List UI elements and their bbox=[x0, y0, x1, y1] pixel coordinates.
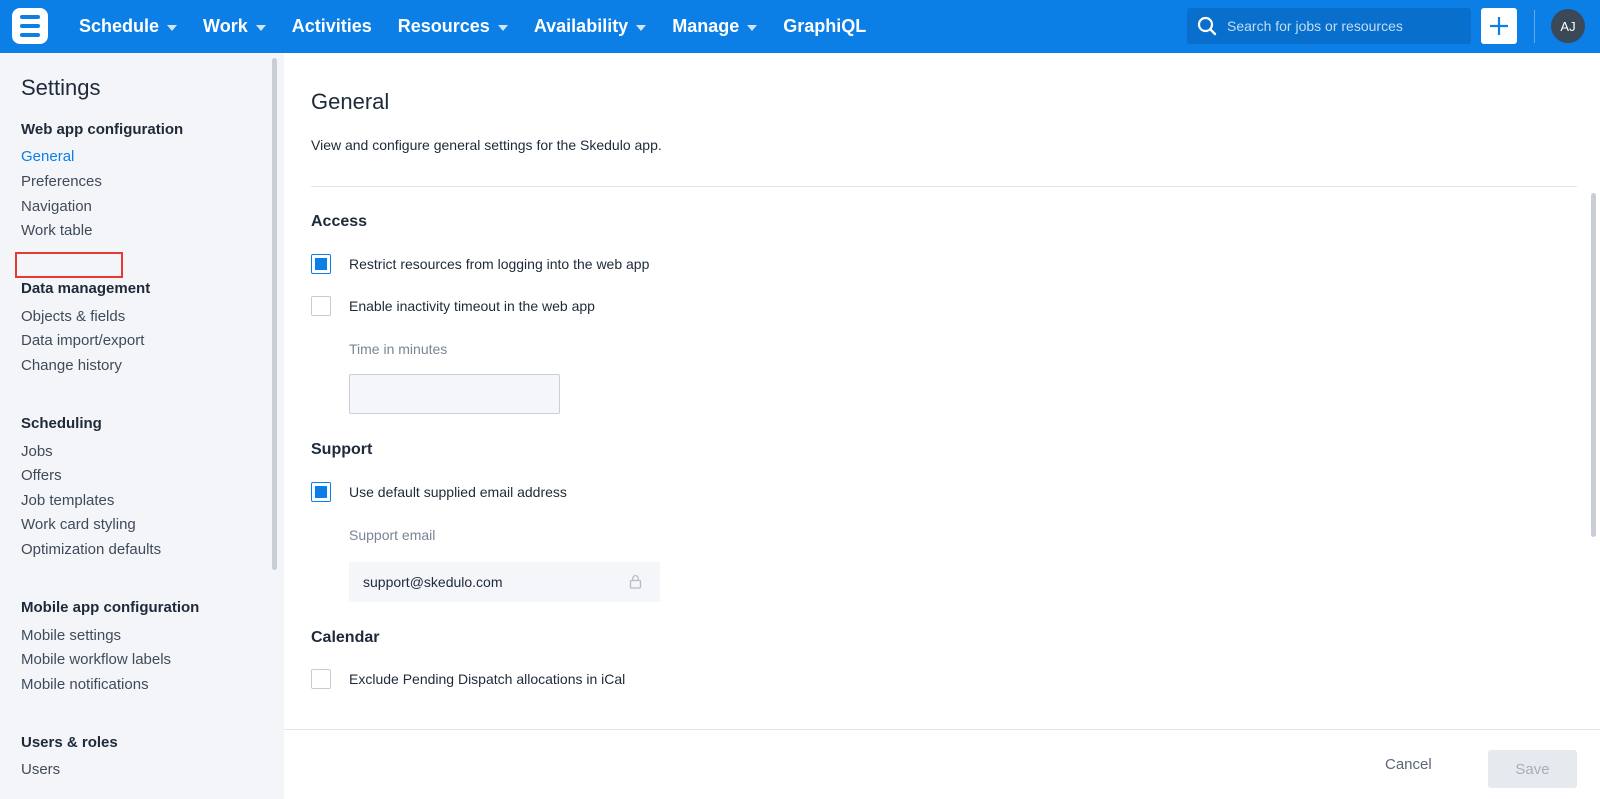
time-in-minutes-input[interactable] bbox=[349, 374, 560, 414]
form-footer: Cancel Save bbox=[284, 729, 1600, 799]
sidebar-item-navigation[interactable]: Navigation bbox=[21, 198, 92, 215]
chevron-down-icon bbox=[167, 24, 178, 31]
section-calendar-title: Calendar bbox=[311, 629, 380, 646]
nav-work[interactable]: Work bbox=[190, 0, 279, 53]
section-access-title: Access bbox=[311, 213, 368, 230]
toolbar-divider bbox=[1534, 10, 1535, 43]
sidebar-item-mobile-workflow-labels[interactable]: Mobile workflow labels bbox=[21, 651, 171, 668]
search-input[interactable] bbox=[1227, 18, 1457, 34]
nav-schedule[interactable]: Schedule bbox=[66, 0, 190, 53]
section-divider bbox=[311, 186, 1577, 187]
inactivity-timeout-checkbox[interactable] bbox=[311, 296, 331, 316]
exclude-pending-checkbox-row[interactable]: Exclude Pending Dispatch allocations in … bbox=[311, 669, 625, 689]
default-email-label: Use default supplied email address bbox=[349, 484, 567, 500]
chevron-down-icon bbox=[497, 24, 508, 31]
nav-work-label: Work bbox=[203, 16, 248, 36]
sidebar-item-change-history[interactable]: Change history bbox=[21, 357, 122, 374]
restrict-resources-checkbox-row[interactable]: Restrict resources from logging into the… bbox=[311, 254, 649, 274]
sidebar-group-data-management: Data management bbox=[21, 280, 151, 297]
nav-schedule-label: Schedule bbox=[79, 16, 160, 36]
section-support-title: Support bbox=[311, 441, 373, 458]
main-scrollbar[interactable] bbox=[1591, 193, 1596, 537]
cancel-button[interactable]: Cancel bbox=[1385, 756, 1432, 773]
chevron-down-icon bbox=[636, 24, 647, 31]
page-title: General bbox=[311, 89, 390, 114]
main-content: General View and configure general setti… bbox=[284, 53, 1600, 799]
exclude-pending-label: Exclude Pending Dispatch allocations in … bbox=[349, 671, 626, 687]
sidebar-item-preferences[interactable]: Preferences bbox=[21, 173, 102, 190]
sidebar-group-web-app: Web app configuration bbox=[21, 121, 184, 138]
nav-resources[interactable]: Resources bbox=[385, 0, 521, 53]
chevron-down-icon bbox=[747, 24, 758, 31]
navigation-highlight-box bbox=[15, 252, 123, 278]
nav-availability-label: Availability bbox=[533, 16, 629, 36]
sidebar-group-users-roles: Users & roles bbox=[21, 734, 118, 751]
settings-sidebar: Settings Web app configuration General P… bbox=[0, 53, 284, 799]
page-description: View and configure general settings for … bbox=[311, 137, 662, 153]
nav-graphiql[interactable]: GraphiQL bbox=[770, 0, 879, 53]
support-email-label: Support email bbox=[349, 527, 436, 543]
nav-manage-label: Manage bbox=[672, 16, 740, 36]
chevron-down-icon bbox=[255, 24, 266, 31]
sidebar-item-users[interactable]: Users bbox=[21, 761, 60, 778]
inactivity-timeout-label: Enable inactivity timeout in the web app bbox=[349, 298, 595, 314]
save-button[interactable]: Save bbox=[1488, 750, 1577, 788]
add-button[interactable] bbox=[1481, 8, 1517, 44]
avatar[interactable]: AJ bbox=[1551, 9, 1585, 43]
time-in-minutes-label: Time in minutes bbox=[349, 341, 448, 357]
sidebar-item-offers[interactable]: Offers bbox=[21, 467, 62, 484]
sidebar-group-mobile-app: Mobile app configuration bbox=[21, 599, 200, 616]
default-email-checkbox-row[interactable]: Use default supplied email address bbox=[311, 482, 567, 502]
top-navigation-bar: Schedule Work Activities Resources Avail… bbox=[0, 0, 1600, 53]
lock-icon bbox=[629, 575, 642, 589]
sidebar-item-optimization-defaults[interactable]: Optimization defaults bbox=[21, 541, 161, 558]
sidebar-group-scheduling: Scheduling bbox=[21, 415, 102, 432]
nav-graphiql-label: GraphiQL bbox=[783, 16, 867, 36]
default-email-checkbox[interactable] bbox=[311, 482, 331, 502]
nav-availability[interactable]: Availability bbox=[521, 0, 659, 53]
sidebar-title: Settings bbox=[21, 75, 101, 100]
support-email-value: support@skedulo.com bbox=[363, 574, 503, 590]
sidebar-item-mobile-settings[interactable]: Mobile settings bbox=[21, 627, 121, 644]
skedulo-logo-icon[interactable] bbox=[12, 8, 48, 44]
nav-activities-label: Activities bbox=[291, 16, 372, 36]
restrict-resources-label: Restrict resources from logging into the… bbox=[349, 256, 650, 272]
sidebar-item-general[interactable]: General bbox=[21, 148, 74, 165]
search-box bbox=[1187, 8, 1471, 44]
sidebar-item-work-table[interactable]: Work table bbox=[21, 222, 92, 239]
nav-manage[interactable]: Manage bbox=[659, 0, 770, 53]
nav-activities[interactable]: Activities bbox=[279, 0, 385, 53]
sidebar-item-job-templates[interactable]: Job templates bbox=[21, 492, 114, 509]
main-nav: Schedule Work Activities Resources Avail… bbox=[66, 0, 879, 53]
support-email-field: support@skedulo.com bbox=[349, 562, 660, 602]
restrict-resources-checkbox[interactable] bbox=[311, 254, 331, 274]
sidebar-scrollbar[interactable] bbox=[272, 58, 277, 570]
exclude-pending-checkbox[interactable] bbox=[311, 669, 331, 689]
sidebar-item-mobile-notifications[interactable]: Mobile notifications bbox=[21, 676, 149, 693]
sidebar-item-work-card-styling[interactable]: Work card styling bbox=[21, 516, 136, 533]
search-icon bbox=[1197, 16, 1217, 36]
sidebar-item-jobs[interactable]: Jobs bbox=[21, 443, 53, 460]
inactivity-timeout-checkbox-row[interactable]: Enable inactivity timeout in the web app bbox=[311, 296, 595, 316]
nav-resources-label: Resources bbox=[397, 16, 490, 36]
plus-icon bbox=[1490, 17, 1508, 35]
sidebar-item-objects-fields[interactable]: Objects & fields bbox=[21, 308, 125, 325]
sidebar-item-data-import-export[interactable]: Data import/export bbox=[21, 332, 144, 349]
